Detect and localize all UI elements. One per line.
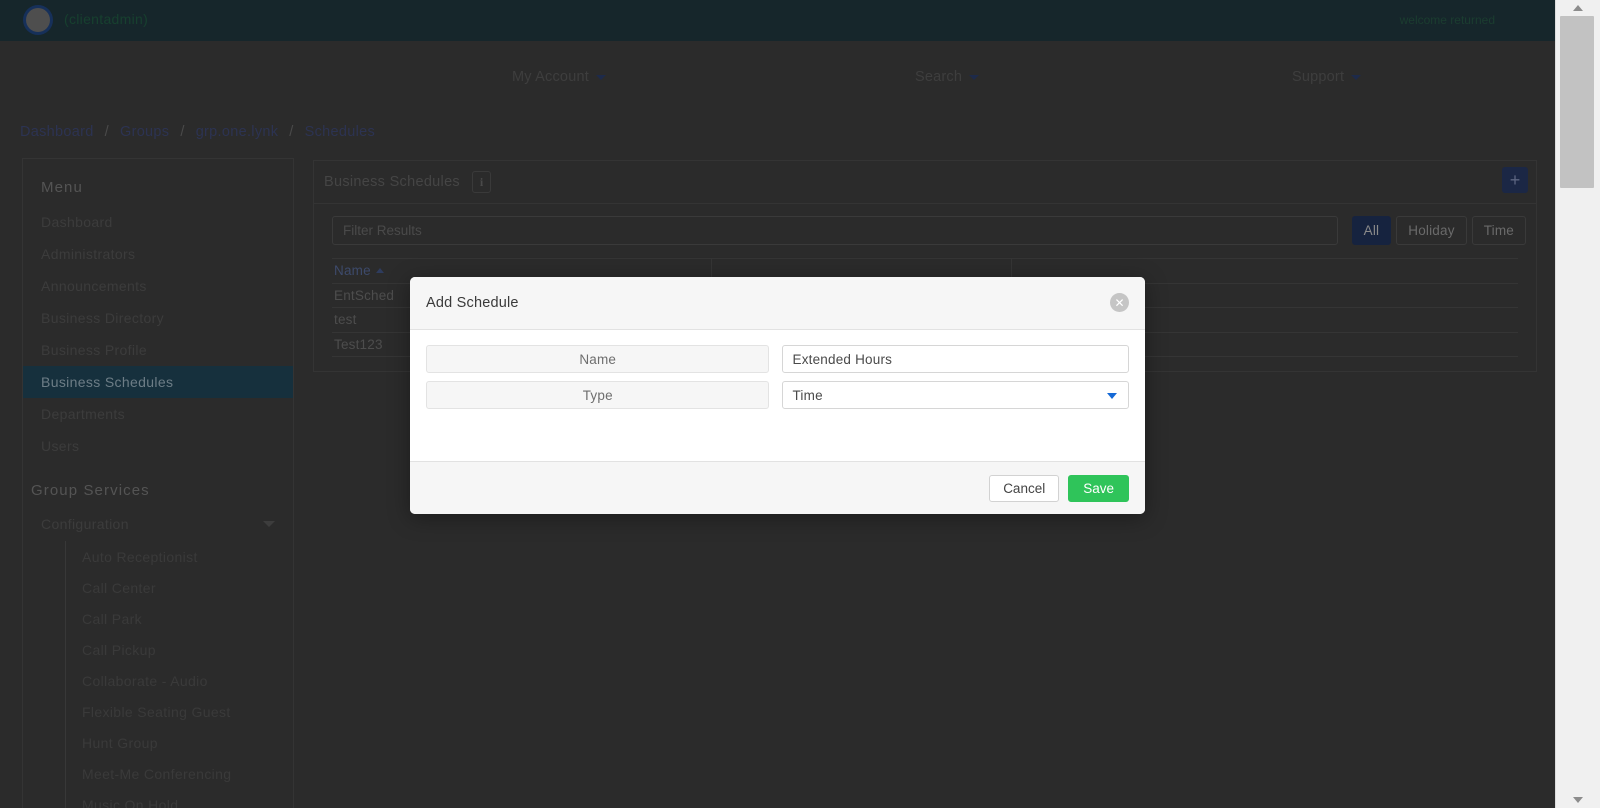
modal-title: Add Schedule — [426, 295, 519, 311]
sidebar-item-business-directory[interactable]: Business Directory — [23, 302, 293, 334]
filter-button-holiday[interactable]: Holiday — [1396, 216, 1467, 245]
sidebar-subitem-hunt-group[interactable]: Hunt Group — [66, 727, 293, 758]
browser-scrollbar[interactable] — [1555, 0, 1600, 808]
info-icon[interactable]: i — [471, 171, 491, 193]
chevron-down-icon — [1107, 393, 1117, 399]
sidebar-subitem-call-park[interactable]: Call Park — [66, 603, 293, 634]
sidebar-subitem-call-pickup[interactable]: Call Pickup — [66, 634, 293, 665]
nav-item-support[interactable]: Support — [1292, 69, 1362, 85]
sidebar-item-business-profile[interactable]: Business Profile — [23, 334, 293, 366]
circle-logo-icon — [26, 8, 50, 32]
page-root: (clientadmin) welcome returned My Accoun… — [0, 0, 1555, 808]
sidebar-subitem-list: Auto Receptionist Call Center Call Park … — [65, 541, 293, 808]
breadcrumb-separator: / — [180, 124, 185, 140]
add-schedule-button[interactable]: + — [1502, 167, 1528, 193]
modal-body: Name Type Time — [410, 330, 1145, 409]
name-input[interactable] — [782, 345, 1129, 373]
sidebar-item-departments[interactable]: Departments — [23, 398, 293, 430]
sidebar-subitem-auto-receptionist[interactable]: Auto Receptionist — [66, 541, 293, 572]
panel-header: Business Schedules i + — [314, 161, 1536, 204]
filter-input[interactable] — [332, 216, 1338, 245]
form-row-name: Name — [426, 345, 1129, 373]
table-column-name-label: Name — [334, 263, 371, 279]
breadcrumb-item-schedules[interactable]: Schedules — [305, 124, 375, 140]
filter-button-time[interactable]: Time — [1471, 216, 1526, 245]
chevron-down-icon — [1351, 74, 1362, 80]
nav-item-my-account[interactable]: My Account — [512, 69, 606, 85]
sidebar-subitem-flexible-seating-guest[interactable]: Flexible Seating Guest — [66, 696, 293, 727]
chevron-down-icon — [595, 74, 606, 80]
filter-button-all[interactable]: All — [1351, 216, 1392, 245]
add-schedule-modal: Add Schedule ✕ Name Type Time Cancel Sav… — [410, 277, 1145, 514]
page-title: Business Schedules — [324, 174, 460, 190]
nav-label-search: Search — [915, 69, 963, 85]
top-nav: My Account Search Support — [0, 41, 1555, 111]
sidebar-item-administrators[interactable]: Administrators — [23, 238, 293, 270]
modal-footer: Cancel Save — [410, 461, 1145, 514]
sidebar-subitem-call-center[interactable]: Call Center — [66, 572, 293, 603]
scrollbar-thumb[interactable] — [1560, 16, 1594, 188]
sidebar-group-configuration-label: Configuration — [41, 516, 129, 532]
filter-row: All Holiday Time — [314, 204, 1536, 256]
filter-button-group: All Holiday Time — [1347, 216, 1526, 245]
modal-header: Add Schedule ✕ — [410, 277, 1145, 330]
sidebar-item-announcements[interactable]: Announcements — [23, 270, 293, 302]
type-select[interactable]: Time — [782, 381, 1129, 409]
breadcrumb: Dashboard / Groups / grp.one.lynk / Sche… — [20, 124, 375, 140]
breadcrumb-item-dashboard[interactable]: Dashboard — [20, 124, 94, 140]
brand-welcome-text: welcome returned — [1399, 13, 1495, 27]
breadcrumb-separator: / — [104, 124, 109, 140]
chevron-down-icon — [263, 521, 275, 527]
brand-text: (clientadmin) — [64, 11, 149, 27]
breadcrumb-item-groups[interactable]: Groups — [120, 124, 169, 140]
sidebar-group-services-heading: Group Services — [31, 482, 150, 499]
brand-bar: (clientadmin) welcome returned — [0, 0, 1555, 41]
sidebar: Menu Dashboard Administrators Announceme… — [22, 158, 294, 808]
name-field-label: Name — [426, 345, 770, 373]
nav-item-search[interactable]: Search — [915, 69, 980, 85]
type-select-value: Time — [792, 387, 823, 403]
nav-label-support: Support — [1292, 69, 1345, 85]
sidebar-menu-heading: Menu — [41, 179, 83, 196]
form-row-type: Type Time — [426, 381, 1129, 409]
close-icon[interactable]: ✕ — [1110, 293, 1129, 312]
sort-ascending-caret-icon — [375, 268, 384, 274]
cancel-button[interactable]: Cancel — [989, 474, 1060, 502]
save-button[interactable]: Save — [1068, 474, 1129, 502]
chevron-down-icon — [969, 74, 980, 80]
sidebar-subitem-collaborate-audio[interactable]: Collaborate - Audio — [66, 665, 293, 696]
nav-label-my-account: My Account — [512, 69, 589, 85]
sidebar-subitem-meet-me-conferencing[interactable]: Meet-Me Conferencing — [66, 758, 293, 789]
breadcrumb-item-group[interactable]: grp.one.lynk — [196, 124, 279, 140]
breadcrumb-separator: / — [289, 124, 294, 140]
scroll-down-arrow-icon[interactable] — [1556, 794, 1600, 806]
sidebar-item-business-schedules[interactable]: Business Schedules — [23, 366, 293, 398]
scroll-up-arrow-icon[interactable] — [1556, 2, 1600, 14]
sidebar-subitem-music-on-hold[interactable]: Music On Hold — [66, 789, 293, 808]
sidebar-item-users[interactable]: Users — [23, 430, 293, 462]
type-field-label: Type — [426, 381, 770, 409]
sidebar-item-dashboard[interactable]: Dashboard — [23, 206, 293, 238]
sidebar-group-configuration[interactable]: Configuration — [23, 507, 293, 541]
